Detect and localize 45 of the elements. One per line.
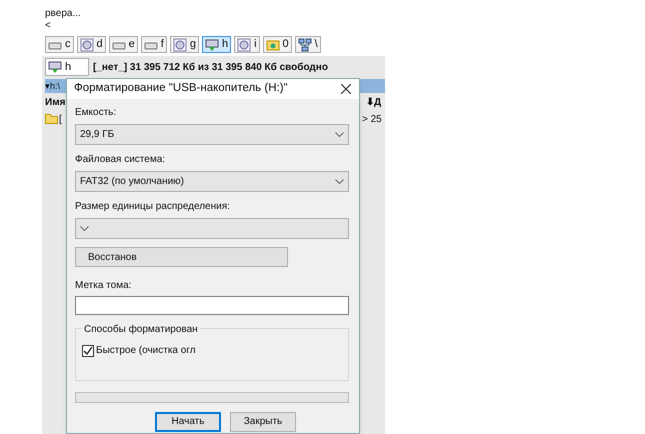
field-label: Емкость: — [75, 107, 118, 119]
network-icon — [298, 38, 312, 52]
column-header: Имя — [45, 96, 66, 110]
drive-dropdown[interactable]: h — [45, 58, 89, 76]
field-label: Метка тома: — [75, 280, 132, 292]
field-label: Файловая система: — [75, 154, 166, 166]
caret-icon — [80, 226, 89, 231]
input-field[interactable] — [75, 296, 349, 315]
close-icon[interactable] — [341, 84, 351, 94]
drive-button[interactable]: c — [45, 36, 74, 53]
window-title: Форматирование "USB-накопитель (H:)" — [74, 81, 288, 96]
drive-button[interactable]: 0 — [262, 36, 292, 53]
drive-button[interactable]: h — [202, 36, 232, 53]
caret-icon — [335, 132, 344, 137]
usb-drive-icon — [48, 60, 62, 74]
drive-info: [_нет_] 31 395 712 Кб из 31 395 840 Кб свободно — [93, 60, 328, 74]
folder-icon — [266, 38, 280, 52]
disc-drive-icon — [80, 38, 94, 52]
path-bar — [360, 79, 385, 93]
dropdown[interactable]: 29,9 ГБ — [75, 124, 349, 145]
usb-drive-icon — [204, 38, 219, 52]
file-size: > 25 — [362, 113, 382, 127]
folder-icon — [45, 113, 58, 124]
dialog-button[interactable]: Закрыть — [230, 412, 296, 432]
disc-drive-icon — [172, 38, 187, 52]
drive-button[interactable]: i — [234, 36, 260, 53]
group-label: Способы форматирован — [82, 322, 200, 337]
status-text: рвера... — [45, 8, 81, 20]
file-name: [ — [59, 113, 62, 127]
drive-button[interactable]: \ — [294, 36, 321, 53]
checkbox[interactable] — [82, 344, 94, 356]
path-bar: ▾h:\ — [45, 79, 67, 93]
status-text: < — [45, 20, 52, 32]
drive-button[interactable]: d — [76, 36, 106, 53]
disc-drive-icon — [237, 38, 252, 52]
restore-defaults-button[interactable]: Восстанов — [75, 247, 288, 267]
drive-button[interactable]: f — [140, 36, 167, 53]
caret-icon — [335, 179, 344, 184]
drive-button[interactable]: g — [170, 36, 199, 53]
field-label: Размер единицы распределения: — [75, 201, 231, 213]
dialog-button[interactable]: Начать — [155, 412, 221, 432]
column-header: ⬇Д — [366, 96, 382, 110]
dropdown[interactable]: FAT32 (по умолчанию) — [75, 171, 349, 192]
drive-button[interactable]: e — [108, 36, 138, 53]
checkbox-label: Быстрое (очистка огл — [96, 344, 196, 358]
